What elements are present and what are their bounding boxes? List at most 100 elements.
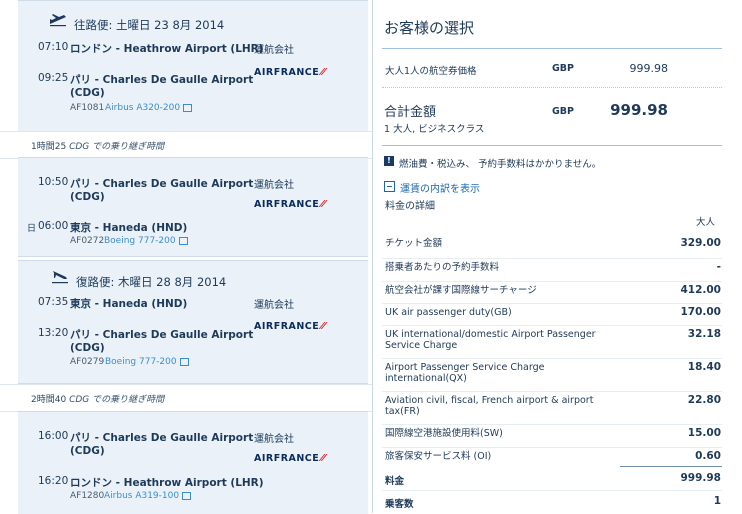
dep-place: 東京 - Haneda (HND) [70, 298, 188, 310]
dep-time: 07:35 [38, 296, 69, 308]
layover-1: 1時間25 CDG での乗り継ぎ時間 [0, 131, 372, 159]
airfrance-logo: AIRFRANCE ⁄⁄ [254, 199, 326, 210]
outbound-segment-2: 10:50 パリ - Charles De Gaulle Airport 運航会… [18, 157, 368, 257]
flight-number: AF1280 [70, 491, 105, 501]
outbound-header: 往路便: 土曜日 23 8月 2014 [74, 18, 225, 32]
currency-label: GBP [552, 106, 575, 117]
arr-time: 06:00 [38, 220, 69, 232]
next-day-marker: 日 [27, 224, 37, 234]
fare-total-value: 999.98 [680, 472, 721, 484]
arr-time: 13:20 [38, 327, 69, 339]
arr-place: ロンドン - Heathrow Airport (LHR) [70, 477, 264, 489]
airline-name: AIRFRANCE [254, 453, 320, 464]
arr-place: パリ - Charles De Gaulle Airport [70, 329, 254, 341]
airfrance-logo: AIRFRANCE ⁄⁄ [254, 67, 326, 78]
layover-duration: 2時間40 [31, 395, 67, 405]
fare-row-value: 18.40 [687, 361, 721, 373]
aircraft-link[interactable]: Boeing 777-200 [104, 236, 188, 246]
collapse-icon[interactable] [384, 181, 395, 192]
dep-time: 07:10 [38, 41, 69, 53]
fare-row-value: 329.00 [680, 237, 721, 249]
inbound-header: 復路便: 木曜日 28 8月 2014 [76, 275, 227, 289]
fare-row-label: UK international/domestic Airport Passen… [385, 329, 596, 351]
aircraft-link[interactable]: Boeing 777-200 [105, 357, 189, 367]
total-value: 999.98 [610, 101, 668, 119]
total-divider [382, 145, 722, 146]
airline-name: AIRFRANCE [254, 199, 320, 210]
fare-row-value: 412.00 [680, 284, 721, 296]
fare-row-label: UK air passenger duty(GB) [385, 307, 512, 318]
adult-fare-label: 大人1人の航空券価格 [385, 66, 477, 77]
dep-time: 10:50 [38, 176, 69, 188]
title-divider [382, 48, 722, 49]
landing-plane-icon [52, 271, 68, 284]
dep-place: パリ - Charles De Gaulle Airport [70, 178, 254, 190]
adult-column-header: 大人 [696, 217, 716, 228]
fare-row-label: 国際線空港施設使用料(SW) [385, 428, 503, 439]
passenger-count-value: 1 [713, 495, 721, 507]
layover-text: CDG での乗り継ぎ時間 [69, 395, 165, 405]
fare-row-label: 旅客保安サービス料 (OI) [385, 451, 492, 462]
fare-row-value: 170.00 [680, 306, 721, 318]
row-divider [382, 258, 722, 259]
operator-label: 運航会社 [254, 300, 294, 311]
airline-name: AIRFRANCE [254, 67, 320, 78]
row-divider [382, 281, 722, 282]
fare-row-value: 15.00 [687, 427, 721, 439]
dep-place-code: (CDG) [70, 445, 105, 457]
fare-row-label: 搭乗者あたりの予約手数料 [385, 262, 500, 273]
subtotal-divider [620, 466, 722, 467]
arr-place-code: (CDG) [70, 342, 105, 354]
fare-row-value: 0.60 [695, 450, 721, 462]
fees-notice: 燃油費・税込み、 予約手数料はかかりません。 [399, 159, 602, 170]
arr-time: 16:20 [38, 475, 69, 487]
layover-duration: 1時間25 [31, 142, 67, 152]
flight-number: AF0272 [70, 236, 105, 246]
currency-label: GBP [552, 63, 575, 74]
airfrance-logo: AIRFRANCE ⁄⁄ [254, 321, 326, 332]
inbound-segment-2: 16:00 パリ - Charles De Gaulle Airport 運航会… [18, 411, 368, 514]
external-link-icon [182, 491, 192, 500]
fare-breakdown-link[interactable]: 運賃の内訳を表示 [400, 180, 480, 195]
total-subtext: 1 大人, ビジネスクラス [384, 124, 485, 135]
info-icon: ! [384, 156, 394, 166]
fare-row-label: Aviation civil, fiscal, French airport &… [385, 395, 594, 417]
row-divider [382, 303, 722, 304]
aircraft-link[interactable]: Airbus A319-100 [104, 491, 192, 501]
row-divider [382, 447, 722, 448]
external-link-icon [183, 103, 193, 112]
fare-total-label: 料金 [385, 476, 405, 487]
external-link-icon [178, 236, 188, 245]
operator-label: 運航会社 [254, 180, 294, 191]
fare-row-value: 32.18 [687, 328, 721, 340]
dep-place: ロンドン - Heathrow Airport (LHR) [70, 43, 264, 55]
fare-row-label: チケット金額 [385, 238, 443, 249]
passenger-count-label: 乗客数 [385, 499, 414, 510]
airline-name: AIRFRANCE [254, 321, 320, 332]
outbound-segment-1: 往路便: 土曜日 23 8月 2014 07:10 ロンドン - Heathro… [18, 0, 368, 136]
fare-row-value: - [716, 261, 721, 273]
layover-2: 2時間40 CDG での乗り継ぎ時間 [0, 384, 372, 412]
operator-label: 運航会社 [254, 45, 294, 56]
layover-text: CDG での乗り継ぎ時間 [69, 142, 165, 152]
fare-details-title: 料金の詳細 [385, 201, 435, 212]
fare-row-value: 22.80 [687, 394, 721, 406]
fare-divider [382, 87, 722, 88]
total-label: 合計金額 [384, 105, 437, 120]
dep-place: パリ - Charles De Gaulle Airport [70, 432, 254, 444]
flight-number: AF0279 [70, 357, 105, 367]
row-divider [382, 490, 722, 491]
operator-label: 運航会社 [254, 434, 294, 445]
arr-place-code: (CDG) [70, 87, 105, 99]
arr-place: パリ - Charles De Gaulle Airport [70, 74, 254, 86]
fare-row-label: 航空会社が課す国際線サーチャージ [385, 285, 537, 296]
dep-time: 16:00 [38, 430, 69, 442]
summary-title: お客様の選択 [384, 19, 475, 37]
fare-row-label: Airport Passenger Service Charge interna… [385, 362, 545, 384]
dep-place-code: (CDG) [70, 191, 105, 203]
aircraft-link[interactable]: Airbus A320-200 [105, 103, 193, 113]
takeoff-plane-icon [50, 14, 66, 27]
row-divider [382, 358, 722, 359]
arr-place: 東京 - Haneda (HND) [70, 222, 188, 234]
inbound-segment-1: 復路便: 木曜日 28 8月 2014 07:35 東京 - Haneda (H… [18, 260, 368, 384]
